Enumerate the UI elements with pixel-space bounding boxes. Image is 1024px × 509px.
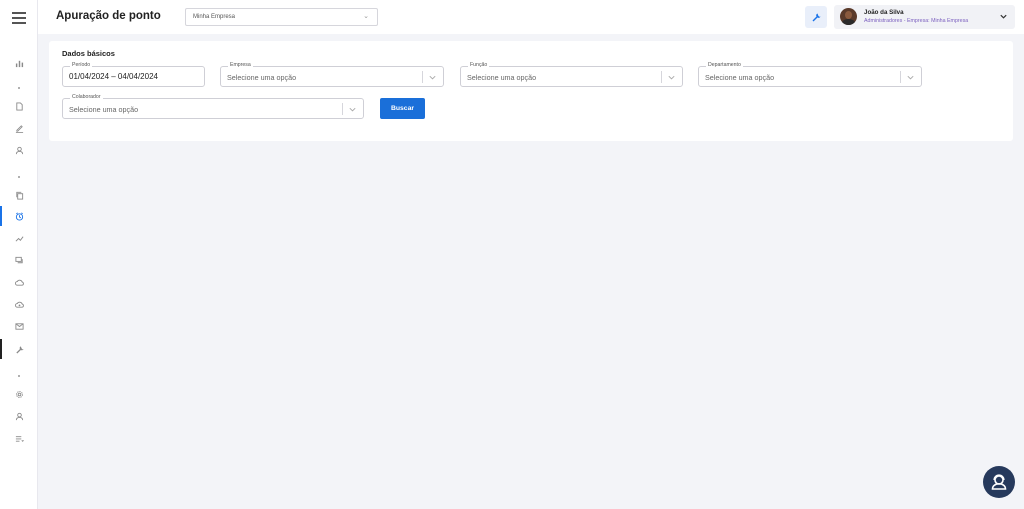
separator-dot [18,87,20,89]
periodo-label: Período [70,62,93,68]
divider [900,71,901,83]
clock-icon[interactable] [0,206,38,226]
cloud-download-icon[interactable] [0,296,38,312]
user-icon[interactable] [0,142,38,158]
gear-icon[interactable] [0,386,38,402]
wrench-icon [812,13,821,22]
chevron-down-icon [907,75,914,80]
chevron-down-icon [429,75,436,80]
funcao-placeholder: Selecione uma opção [467,73,537,82]
funcao-select[interactable]: Função Selecione uma opção [460,62,683,87]
filters-card: Dados básicos Período 01/04/2024 – 04/04… [49,41,1013,141]
empresa-label: Empresa [228,62,253,68]
chevron-down-icon: ⌄ [363,13,369,20]
support-button[interactable] [983,466,1015,498]
mail-icon[interactable] [0,318,38,334]
chevron-down-icon [668,75,675,80]
sidebar [0,0,38,509]
colaborador-placeholder: Selecione uma opção [69,105,139,114]
section-title: Dados básicos [62,49,115,58]
periodo-value: 01/04/2024 – 04/04/2024 [69,72,158,81]
departamento-label: Departamento [706,62,743,68]
divider [661,71,662,83]
avatar [840,8,857,25]
page-title: Apuração de ponto [56,10,161,22]
cloud-upload-icon[interactable] [0,274,38,290]
document-icon[interactable] [0,98,38,114]
user-icon[interactable] [0,408,38,424]
list-icon[interactable] [0,430,38,446]
departamento-select[interactable]: Departamento Selecione uma opção [698,62,922,87]
departamento-placeholder: Selecione uma opção [705,73,775,82]
company-select-value: Minha Empresa [193,14,236,20]
funcao-label: Função [468,62,490,68]
chevron-down-icon [1000,14,1007,19]
bar-chart-icon[interactable] [0,55,38,71]
colaborador-select[interactable]: Colaborador Selecione uma opção [62,94,364,119]
menu-icon[interactable] [12,12,26,27]
topbar: Apuração de ponto Minha Empresa ⌄ João d… [38,0,1024,34]
trend-icon[interactable] [0,230,38,246]
user-name: João da Silva [864,9,904,16]
tools-button[interactable] [805,6,827,28]
divider [342,103,343,115]
support-agent-icon [991,474,1007,490]
user-menu[interactable]: João da Silva Administradores - Empresa:… [834,5,1015,29]
divider [422,71,423,83]
empresa-placeholder: Selecione uma opção [227,73,297,82]
periodo-field[interactable]: Período 01/04/2024 – 04/04/2024 [62,62,205,87]
empresa-select[interactable]: Empresa Selecione uma opção [220,62,444,87]
search-button[interactable]: Buscar [380,98,425,119]
chevron-down-icon [349,107,356,112]
colaborador-label: Colaborador [70,94,103,100]
copy-icon[interactable] [0,187,38,203]
wrench-icon[interactable] [0,339,38,359]
chat-icon[interactable] [0,252,38,268]
user-role: Administradores - Empresa: Minha Empresa [864,18,969,24]
company-select[interactable]: Minha Empresa ⌄ [185,8,378,26]
separator-dot [18,375,20,377]
separator-dot [18,176,20,178]
edit-icon[interactable] [0,120,38,136]
